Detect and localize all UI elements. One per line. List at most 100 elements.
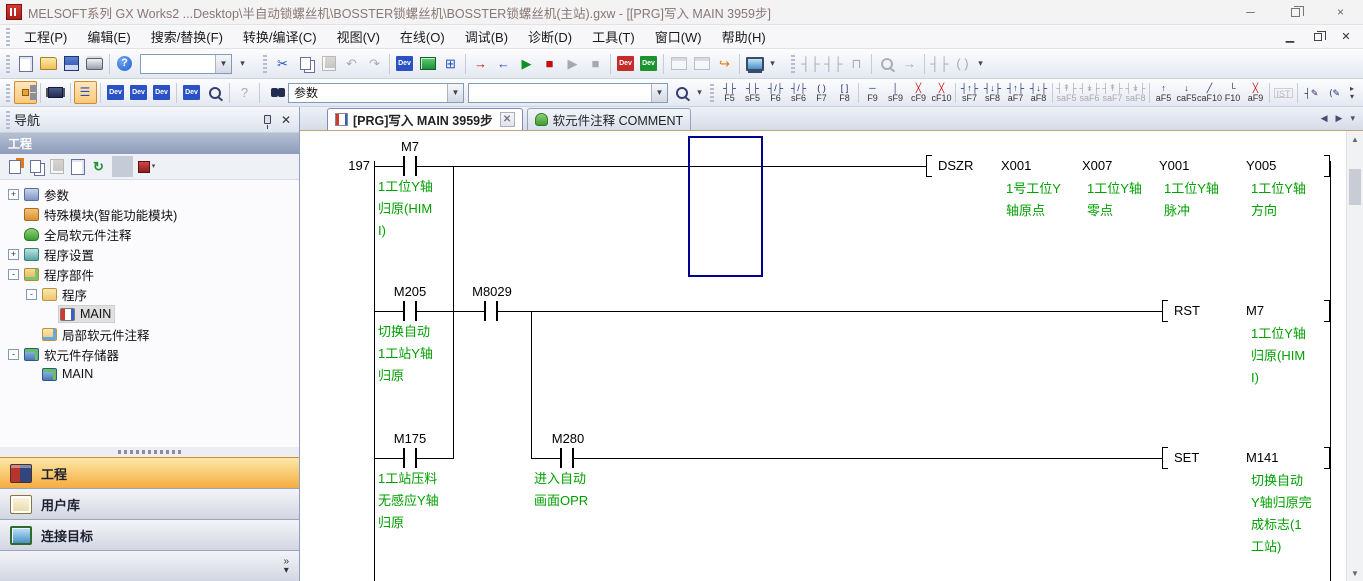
screen-find-icon[interactable] xyxy=(416,52,439,75)
menu-view[interactable]: 视图(V) xyxy=(327,25,390,48)
fk-open-contact-branch[interactable]: ┤├sF5 xyxy=(741,80,764,105)
operand-device[interactable]: Y001 xyxy=(1159,158,1189,173)
contact-m205[interactable] xyxy=(403,301,417,321)
instruction-mnemonic[interactable]: RST xyxy=(1174,303,1200,318)
fk-open-contact[interactable]: ┤├F5 xyxy=(718,80,741,105)
operand-device[interactable]: X007 xyxy=(1082,158,1112,173)
scroll-up-icon[interactable]: ▲ xyxy=(1347,131,1363,147)
menu-help[interactable]: 帮助(H) xyxy=(712,25,776,48)
device-watch-icon[interactable]: Dev xyxy=(180,81,203,104)
menu-project[interactable]: 工程(P) xyxy=(14,25,77,48)
tree-item-parameter[interactable]: + 参数 xyxy=(0,184,299,204)
fk-delete-horizontal-line[interactable]: ╳cF9 xyxy=(907,80,930,105)
browse-find-icon[interactable] xyxy=(670,81,693,104)
device-find-combo[interactable]: 参数 ▼ xyxy=(288,83,464,103)
tree-expander-icon[interactable]: - xyxy=(8,349,19,360)
device-batch-find-icon[interactable]: ⊞ xyxy=(439,52,462,75)
fk-closed-contact-branch[interactable]: ┤/├sF6 xyxy=(787,80,810,105)
tree-expander-icon[interactable]: + xyxy=(8,189,19,200)
operand-device[interactable]: M141 xyxy=(1246,450,1279,465)
device-comment-find-icon[interactable]: Dev xyxy=(104,81,127,104)
jump-window-icon[interactable]: ↪ xyxy=(713,52,736,75)
restore-button[interactable] xyxy=(1273,0,1318,24)
instruction-mnemonic[interactable]: SET xyxy=(1174,450,1199,465)
menu-debug[interactable]: 调试(B) xyxy=(455,25,518,48)
scroll-down-icon[interactable]: ▼ xyxy=(1347,565,1363,581)
operand-device[interactable]: M7 xyxy=(1246,303,1264,318)
help-icon[interactable]: ? xyxy=(113,52,136,75)
fk-vertical-line[interactable]: │sF9 xyxy=(884,80,907,105)
project-combo[interactable]: ▼ xyxy=(140,54,232,74)
tab-list-icon[interactable]: ▾ xyxy=(1350,113,1355,124)
pin-icon[interactable] xyxy=(264,115,271,124)
device-find-icon[interactable]: Dev xyxy=(393,52,416,75)
combo-dropdown-icon[interactable]: ▼ xyxy=(651,84,667,102)
edit-coil-icon[interactable]: ⟨✎ xyxy=(1323,80,1346,105)
device-use-list-icon[interactable]: Dev xyxy=(127,81,150,104)
tree-item-local-device-comment[interactable]: 局部软元件注释 xyxy=(0,324,299,344)
device-batch-icon[interactable]: Dev xyxy=(150,81,173,104)
device-monitor-write-icon[interactable]: Dev xyxy=(614,52,637,75)
fk-write-line[interactable]: └F10 xyxy=(1221,80,1244,105)
combo-dropdown-icon[interactable]: ▼ xyxy=(447,84,463,102)
menu-tools[interactable]: 工具(T) xyxy=(582,25,645,48)
device-search-icon[interactable] xyxy=(203,81,226,104)
menu-online[interactable]: 在线(O) xyxy=(390,25,455,48)
print-icon[interactable] xyxy=(83,52,106,75)
nav-button-project[interactable]: 工程 xyxy=(0,457,299,488)
contact-m280[interactable] xyxy=(560,448,574,468)
menu-edit[interactable]: 编辑(E) xyxy=(77,25,140,48)
fk-falling-pulse[interactable]: ┤↓├sF8 xyxy=(981,80,1004,105)
combo-dropdown-icon[interactable]: ▼ xyxy=(215,55,231,73)
menu-find-replace[interactable]: 搜索/替换(F) xyxy=(141,25,233,48)
tree-expander-icon[interactable]: + xyxy=(8,249,19,260)
module-configuration-icon[interactable] xyxy=(44,81,67,104)
new-project-icon[interactable] xyxy=(14,52,37,75)
tab-main-program[interactable]: [PRG]写入 MAIN 3959步 ✕ xyxy=(327,108,523,130)
tree-item-device-memory-main[interactable]: MAIN xyxy=(0,364,299,384)
mdi-restore-button[interactable] xyxy=(1311,30,1325,44)
fk-application-instruction[interactable]: [ ]F8 xyxy=(833,80,856,105)
toolbar-overflow-icon[interactable]: ▾ xyxy=(974,52,987,75)
list-view-icon[interactable]: ☰ xyxy=(74,81,97,104)
fk-closed-contact[interactable]: ┤/├F6 xyxy=(764,80,787,105)
minimize-button[interactable]: ─ xyxy=(1228,0,1273,24)
value-find-combo[interactable]: ▼ xyxy=(468,83,668,103)
menu-convert-compile[interactable]: 转换/编译(C) xyxy=(233,25,327,48)
close-panel-icon[interactable]: ✕ xyxy=(281,114,291,126)
toolbar-overflow-icon[interactable]: ▸▾ xyxy=(1346,85,1358,101)
copy-icon[interactable] xyxy=(294,52,317,75)
cut-icon[interactable]: ✂ xyxy=(271,52,294,75)
scrollbar-track[interactable] xyxy=(1347,147,1363,565)
tree-item-program[interactable]: - 程序 xyxy=(0,284,299,304)
toolbar-overflow-icon[interactable]: ▾ xyxy=(693,81,706,104)
contact-m8029[interactable] xyxy=(484,301,498,321)
monitor-mode-computer-icon[interactable] xyxy=(743,52,766,75)
tab-close-icon[interactable]: ✕ xyxy=(500,112,515,127)
fk-invert-result[interactable]: ╱caF10 xyxy=(1198,80,1221,105)
menu-window[interactable]: 窗口(W) xyxy=(645,25,712,48)
nav-properties-icon[interactable] xyxy=(67,156,88,177)
fk-falling-pulse-branch[interactable]: ┤↓├aF8 xyxy=(1027,80,1050,105)
monitor-start-icon[interactable]: ▶ xyxy=(515,52,538,75)
scrollbar-thumb[interactable] xyxy=(1349,169,1361,205)
nav-button-user-library[interactable]: 用户库 xyxy=(0,488,299,519)
nav-refresh-icon[interactable]: ↻ xyxy=(88,156,109,177)
edit-contact-icon[interactable]: ┤✎ xyxy=(1300,80,1323,105)
nav-button-connection-destination[interactable]: 连接目标 xyxy=(0,519,299,550)
ladder-editor-canvas[interactable]: 197 M7 1工位Y轴 归原(HIM I) M205 切换自动 1工站Y轴 归… xyxy=(300,131,1363,581)
toolbar-overflow-icon[interactable]: ▾ xyxy=(236,52,249,75)
operand-device[interactable]: Y005 xyxy=(1246,158,1276,173)
close-button[interactable]: × xyxy=(1318,0,1363,24)
tab-device-comment[interactable]: 软元件注释 COMMENT xyxy=(527,108,692,130)
fk-rising-pulse-branch[interactable]: ┤↑├aF7 xyxy=(1004,80,1027,105)
nav-new-item-icon[interactable] xyxy=(4,156,25,177)
fk-result-falling-pulse[interactable]: ↓caF5 xyxy=(1175,80,1198,105)
ladder-cursor[interactable] xyxy=(688,136,763,277)
tree-expander-icon[interactable]: - xyxy=(8,269,19,280)
fk-coil[interactable]: ( )F7 xyxy=(810,80,833,105)
tree-item-main[interactable]: MAIN xyxy=(0,304,299,324)
tree-expander-icon[interactable]: - xyxy=(26,289,37,300)
more-buttons-icon[interactable]: »▾ xyxy=(283,557,289,575)
tree-item-pou[interactable]: - 程序部件 xyxy=(0,264,299,284)
